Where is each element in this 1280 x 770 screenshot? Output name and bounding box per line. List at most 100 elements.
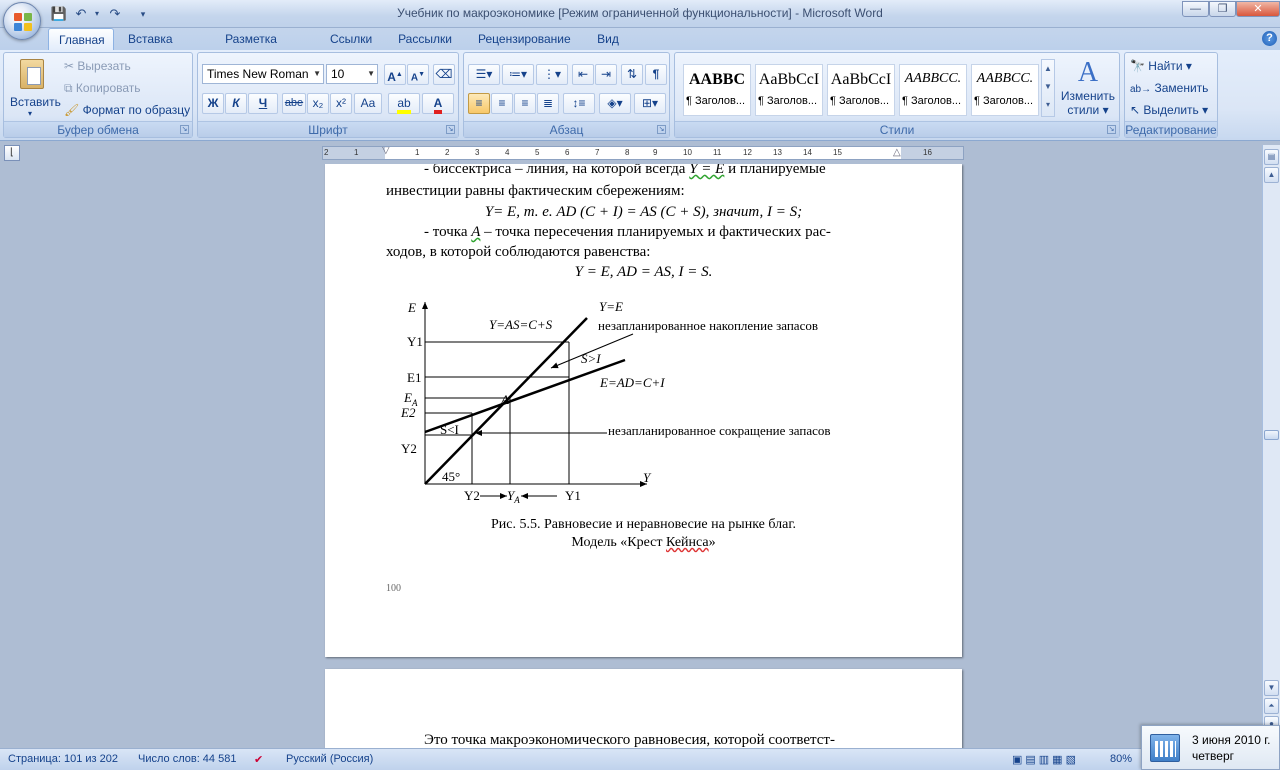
font-name-combo[interactable]: Times New Roman ▼ (202, 64, 324, 84)
styles-scroll[interactable]: ▲ ▼ ▾ (1041, 59, 1055, 117)
editing-group: 🔭 Найти ▾ ab→ Заменить ↖ Выделить ▾ Реда… (1124, 52, 1218, 138)
horizontal-ruler[interactable]: 2 1 1 2 3 4 5 6 7 8 9 10 11 12 13 14 15 … (322, 146, 964, 160)
font-color-button[interactable]: A (422, 93, 454, 114)
tab-page-layout[interactable]: Разметка страницы (188, 28, 314, 68)
increase-indent-button[interactable]: ⇥ (595, 64, 617, 85)
replace-icon: ab→ (1130, 84, 1152, 95)
maximize-button[interactable]: ❐ (1209, 1, 1236, 17)
style-heading-3[interactable]: AaBbCcI ¶ Заголов... (827, 64, 895, 116)
show-marks-button[interactable]: ¶ (645, 64, 667, 85)
outdent-icon: ⇤ (577, 67, 589, 81)
align-left-button[interactable]: ≡ (468, 93, 490, 114)
grow-font-button[interactable]: A▲ (384, 64, 406, 85)
text-line-5: ходов, в которой соблюдаются равенства: (386, 244, 651, 260)
style-heading-1[interactable]: AABBC ¶ Заголов... (683, 64, 751, 116)
proofing-icon[interactable]: ✔ (254, 753, 263, 766)
tab-selector-icon[interactable]: ⌊ (4, 145, 20, 161)
tab-references[interactable]: Ссылки (320, 28, 382, 50)
right-indent-marker[interactable]: △ (893, 147, 901, 158)
style-heading-2[interactable]: AaBbCcI ¶ Заголов... (755, 64, 823, 116)
superscript-button[interactable]: x² (330, 93, 352, 114)
cut-button[interactable]: ✂ Вырезать (64, 59, 131, 73)
help-icon[interactable]: ? (1262, 31, 1277, 46)
zoom-level[interactable]: 80% (1110, 753, 1132, 765)
label-e2: E2 (400, 405, 416, 420)
change-styles-button[interactable]: A Изменить стили ▾ (1059, 57, 1117, 121)
page-101[interactable]: - биссектриса – линия, на которой всегда… (325, 164, 962, 657)
minimize-button[interactable]: — (1182, 1, 1209, 17)
text-line-1: - биссектриса – линия, на которой всегда… (424, 164, 826, 177)
keynesian-cross-diagram: E Y Y=E Y=AS=C+S незапланированное накоп… (400, 299, 831, 505)
shrink-font-button[interactable]: A▼ (407, 64, 429, 85)
font-size-combo[interactable]: 10 ▼ (326, 64, 378, 84)
find-button[interactable]: 🔭 Найти ▾ (1130, 59, 1192, 73)
language[interactable]: Русский (Россия) (286, 753, 373, 765)
tab-view[interactable]: Вид (586, 28, 630, 50)
line-spacing-button[interactable]: ↕≡ (563, 93, 595, 114)
binoculars-icon: 🔭 (1130, 59, 1145, 73)
numbering-button[interactable]: ≔▾ (502, 64, 534, 85)
styles-group: AABBC ¶ Заголов... AaBbCcI ¶ Заголов... Aa… (674, 52, 1120, 138)
word-count[interactable]: Число слов: 44 581 (138, 753, 236, 765)
sort-button[interactable]: ⇅ (621, 64, 643, 85)
style-heading-5[interactable]: AABBCC. ¶ Заголов... (971, 64, 1039, 116)
indent-icon: ⇥ (600, 67, 612, 81)
vertical-scrollbar[interactable]: ▤ ▲ ▼ ⏶ ● (1262, 145, 1280, 748)
shading-button[interactable]: ◈▾ (599, 93, 631, 114)
justify-button[interactable]: ≣ (537, 93, 559, 114)
multilevel-list-icon: ⋮▾ (542, 67, 562, 81)
tab-insert[interactable]: Вставка (118, 28, 182, 50)
view-buttons-icon[interactable]: ▣▤▥▦▧ (1012, 753, 1079, 766)
label-y-axis: Y (643, 470, 652, 485)
clipboard-group: Вставить ▾ ✂ Вырезать ⧉ Копировать 🖌 Фор… (3, 52, 193, 138)
format-painter-button[interactable]: 🖌 Формат по образцу (64, 103, 190, 117)
label-y-as: Y=AS=C+S (489, 317, 553, 332)
page-102[interactable]: Это точка макроэкономического равновесия… (325, 669, 962, 748)
label-ya-bottom: YA (507, 488, 520, 505)
style-heading-4[interactable]: AABBCC. ¶ Заголов... (899, 64, 967, 116)
select-button[interactable]: ↖ Выделить ▾ (1130, 103, 1208, 117)
justify-icon: ≣ (542, 96, 554, 110)
styles-launcher-icon[interactable]: ↘ (1107, 125, 1116, 134)
multilevel-list-button[interactable]: ⋮▾ (536, 64, 568, 85)
strikethrough-button[interactable]: abe (282, 93, 306, 114)
underline-button[interactable]: Ч (248, 93, 278, 114)
scroll-up-arrow[interactable]: ▲ (1264, 167, 1279, 183)
bullets-button[interactable]: ☰▾ (468, 64, 500, 85)
change-case-button[interactable]: Aa (354, 93, 382, 114)
subscript-button[interactable]: x₂ (307, 93, 329, 114)
label-y1-bottom: Y1 (565, 488, 581, 503)
previous-page-icon[interactable]: ⏶ (1264, 698, 1279, 714)
paragraph-launcher-icon[interactable]: ↘ (657, 125, 666, 134)
calendar-icon (1150, 734, 1180, 762)
highlight-button[interactable]: ab (388, 93, 420, 114)
tab-mailings[interactable]: Рассылки (388, 28, 462, 50)
next-page-text: Это точка макроэкономического равновесия… (424, 732, 835, 748)
align-center-button[interactable]: ≡ (491, 93, 513, 114)
paste-button[interactable]: Вставить ▾ (10, 57, 61, 121)
scroll-down-arrow[interactable]: ▼ (1264, 680, 1279, 696)
close-button[interactable]: ✕ (1236, 1, 1280, 17)
office-button[interactable] (3, 2, 41, 40)
copy-button[interactable]: ⧉ Копировать (64, 81, 141, 96)
label-y1-left: Y1 (407, 334, 423, 349)
first-line-indent-marker[interactable]: ▽ (382, 147, 390, 156)
page-count[interactable]: Страница: 101 из 202 (8, 753, 118, 765)
clear-format-button[interactable]: ⌫ (433, 64, 455, 85)
label-unplanned-accumulation: незапланированное накопление запасов (598, 318, 818, 333)
date-tooltip: 3 июня 2010 г. четверг (1141, 725, 1280, 770)
tab-review[interactable]: Рецензирование (468, 28, 580, 50)
borders-button[interactable]: ⊞▾ (634, 93, 666, 114)
replace-button[interactable]: ab→ Заменить (1130, 81, 1208, 95)
tab-home[interactable]: Главная (48, 28, 114, 50)
align-right-button[interactable]: ≡ (514, 93, 536, 114)
numbered-list-icon: ≔▾ (508, 67, 528, 81)
italic-button[interactable]: К (225, 93, 247, 114)
decrease-indent-button[interactable]: ⇤ (572, 64, 594, 85)
bullet-list-icon: ☰▾ (475, 67, 493, 81)
view-ruler-icon[interactable]: ▤ (1264, 149, 1279, 165)
scroll-thumb[interactable] (1264, 430, 1279, 440)
bold-button[interactable]: Ж (202, 93, 224, 114)
font-launcher-icon[interactable]: ↘ (446, 125, 455, 134)
clipboard-launcher-icon[interactable]: ↘ (180, 125, 189, 134)
